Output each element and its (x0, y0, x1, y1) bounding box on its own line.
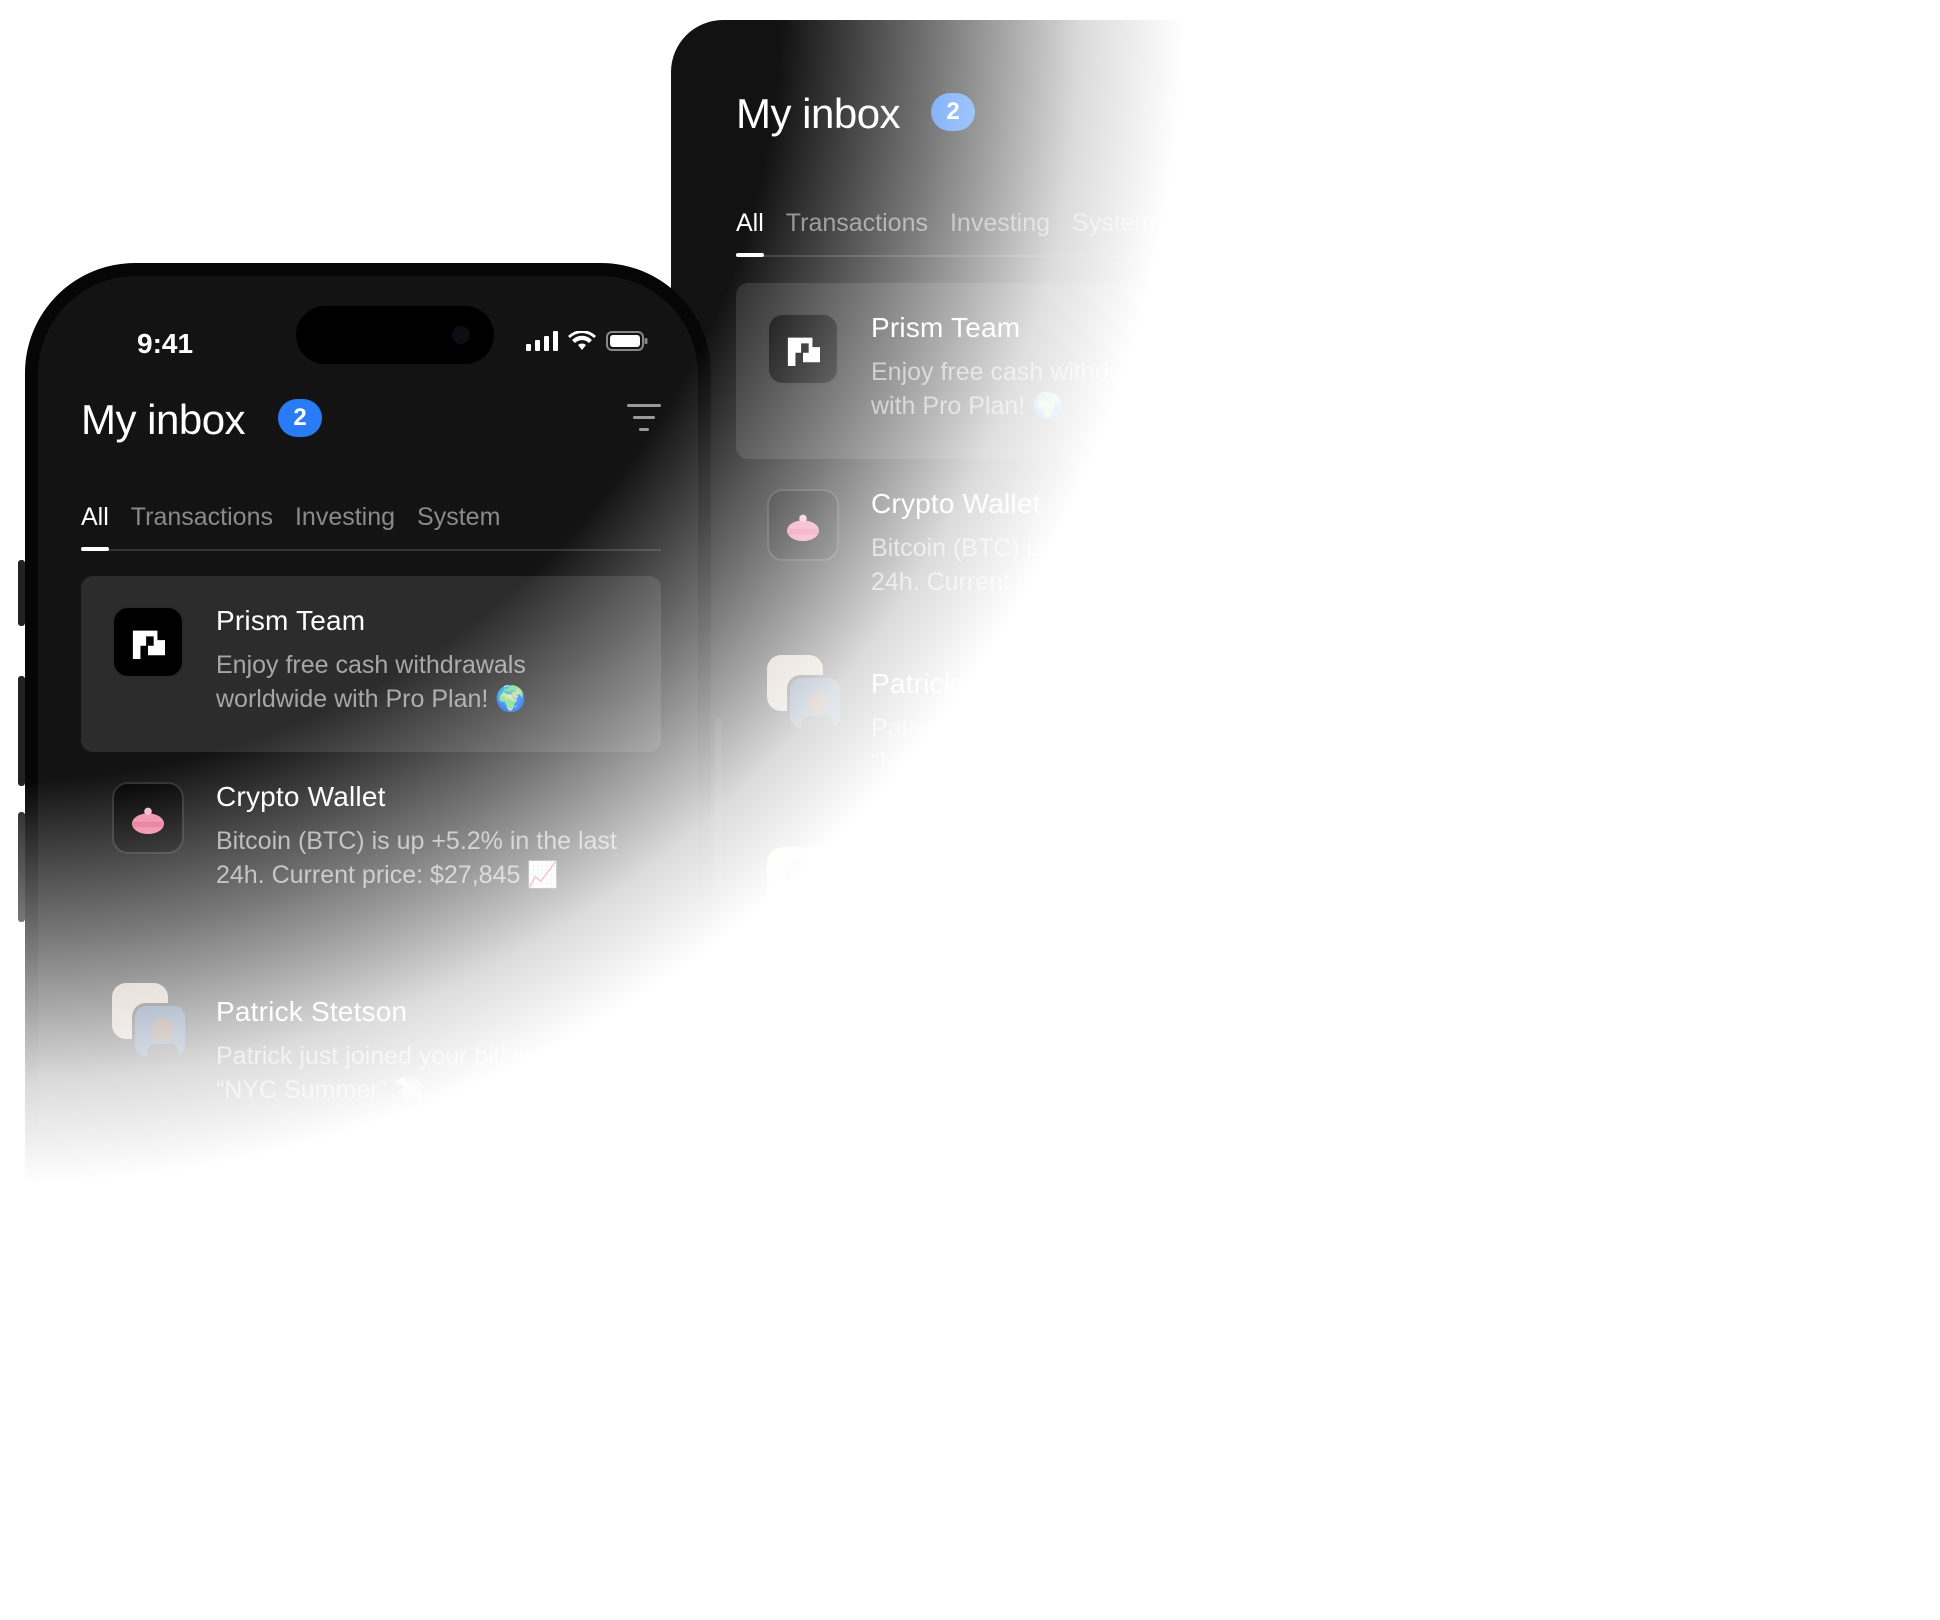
sender-name: Prism Team (871, 983, 1021, 1014)
message-preview: We’re so glad you’re here. You’ve offici… (216, 1355, 588, 1417)
message-preview: We’re so glad you’re here. You’ve offici… (871, 1029, 1243, 1091)
detail-pane (1402, 45, 1940, 1549)
sender-name: Patrick Stetson (871, 668, 1063, 699)
tab-system[interactable]: System (1072, 205, 1155, 255)
sender-name: Alice Monaghan (871, 848, 1075, 879)
list-item[interactable]: Alice Monaghan Alice sent you $1,200. (736, 819, 1336, 964)
message-preview: Enjoy free cash withdrawals worldwide wi… (216, 651, 527, 713)
sender-name: Prism Team (871, 312, 1021, 343)
message-preview: Enjoy free cash withdrawals worldwide wi… (871, 358, 1299, 420)
message-preview: Alice sent you $1,200. (216, 1220, 462, 1248)
coin-purse-icon (767, 489, 839, 561)
filter-icon[interactable] (627, 404, 661, 434)
phone-screen: 9:41 My inbox 2 All Transactions Investi… (38, 276, 698, 1620)
phone-action-button (18, 560, 25, 626)
detail-pane-divider (1404, 171, 1940, 173)
prism-logo-icon (112, 1310, 184, 1382)
prism-logo-icon (767, 313, 839, 385)
tab-transactions[interactable]: Transactions (786, 205, 928, 255)
inbox-panel: My inbox 2 All Transactions Investing Sy… (81, 396, 661, 1596)
list-item[interactable]: Prism Team We’re so glad you’re here. Yo… (81, 1290, 661, 1470)
status-time: 9:41 (137, 328, 194, 359)
phone-volume-up (18, 676, 25, 786)
sender-name: Patrick Stetson (216, 996, 408, 1027)
tab-bar: All Transactions Investing System (736, 205, 1336, 257)
sender-name: Crypto Wallet (216, 781, 386, 812)
avatar (767, 847, 839, 919)
message-list: Prism Team Enjoy free cash withdrawals w… (736, 283, 1336, 1144)
list-item[interactable]: Crypto Wallet Bitcoin (BTC) is up +5.2% … (81, 752, 661, 967)
tab-investing[interactable]: Investing (950, 205, 1050, 255)
tab-investing[interactable]: Investing (295, 499, 395, 549)
status-bar: 9:41 (38, 276, 698, 386)
page-title: My inbox (736, 90, 901, 137)
filter-icon[interactable] (1302, 98, 1336, 128)
tab-system[interactable]: System (417, 499, 500, 549)
tab-all[interactable]: All (81, 499, 109, 551)
prism-logo-icon (767, 984, 839, 1056)
coin-purse-icon (112, 782, 184, 854)
dynamic-island (296, 306, 494, 364)
tab-all[interactable]: All (736, 205, 764, 257)
list-item[interactable]: Prism Team Enjoy free cash withdrawals w… (81, 576, 661, 752)
message-preview: Patrick just joined your bill split squa… (216, 1042, 632, 1104)
signal-icon (526, 331, 558, 351)
sender-name: Prism Team (216, 605, 366, 636)
list-item[interactable]: Crypto Wallet Bitcoin (BTC) is up +5.2% … (736, 459, 1336, 639)
prism-logo-icon (112, 606, 184, 678)
phone-volume-down (18, 812, 25, 922)
tab-bar: All Transactions Investing System (81, 499, 661, 551)
message-preview: Bitcoin (BTC) is up +5.2% in the last 24… (871, 534, 1272, 596)
inbox-panel: My inbox 2 All Transactions Investing Sy… (736, 90, 1336, 1490)
page-title: My inbox (81, 396, 246, 443)
phone-power-button (715, 718, 722, 888)
camera-icon (452, 326, 470, 344)
list-item[interactable]: Patrick Stetson Patrick just joined your… (736, 639, 1336, 819)
message-preview: Patrick just joined your bill split squa… (871, 714, 1287, 776)
inbox-header: My inbox 2 (736, 90, 1336, 154)
list-item[interactable]: Prism Team We’re so glad you’re here. Yo… (736, 964, 1336, 1144)
list-item[interactable]: Patrick Stetson Patrick just joined your… (81, 967, 661, 1145)
avatar (132, 1003, 188, 1059)
list-item[interactable]: Prism Team Enjoy free cash withdrawals w… (736, 283, 1336, 459)
status-icons (526, 331, 648, 351)
sender-name: Prism Team (216, 1309, 366, 1340)
tab-transactions[interactable]: Transactions (131, 499, 273, 549)
sender-name: Alice Monaghan (216, 1174, 420, 1205)
message-preview: Bitcoin (BTC) is up +5.2% in the last 24… (216, 827, 617, 889)
tablet-frame: My inbox 2 All Transactions Investing Sy… (671, 20, 1940, 1620)
list-item[interactable]: Alice Monaghan Alice sent you $1,200. (81, 1145, 661, 1290)
message-list: Prism Team Enjoy free cash withdrawals w… (81, 576, 661, 1470)
avatar (112, 1173, 184, 1245)
sender-name: Crypto Wallet (871, 488, 1041, 519)
message-preview: Alice sent you $1,200. (871, 894, 1117, 922)
phone-frame: 9:41 My inbox 2 All Transactions Investi… (25, 263, 711, 1620)
inbox-header: My inbox 2 (81, 396, 661, 460)
unread-badge: 2 (278, 399, 322, 437)
wifi-icon (568, 331, 596, 350)
avatar (787, 675, 843, 731)
battery-icon (606, 331, 648, 351)
unread-badge: 2 (931, 93, 975, 131)
